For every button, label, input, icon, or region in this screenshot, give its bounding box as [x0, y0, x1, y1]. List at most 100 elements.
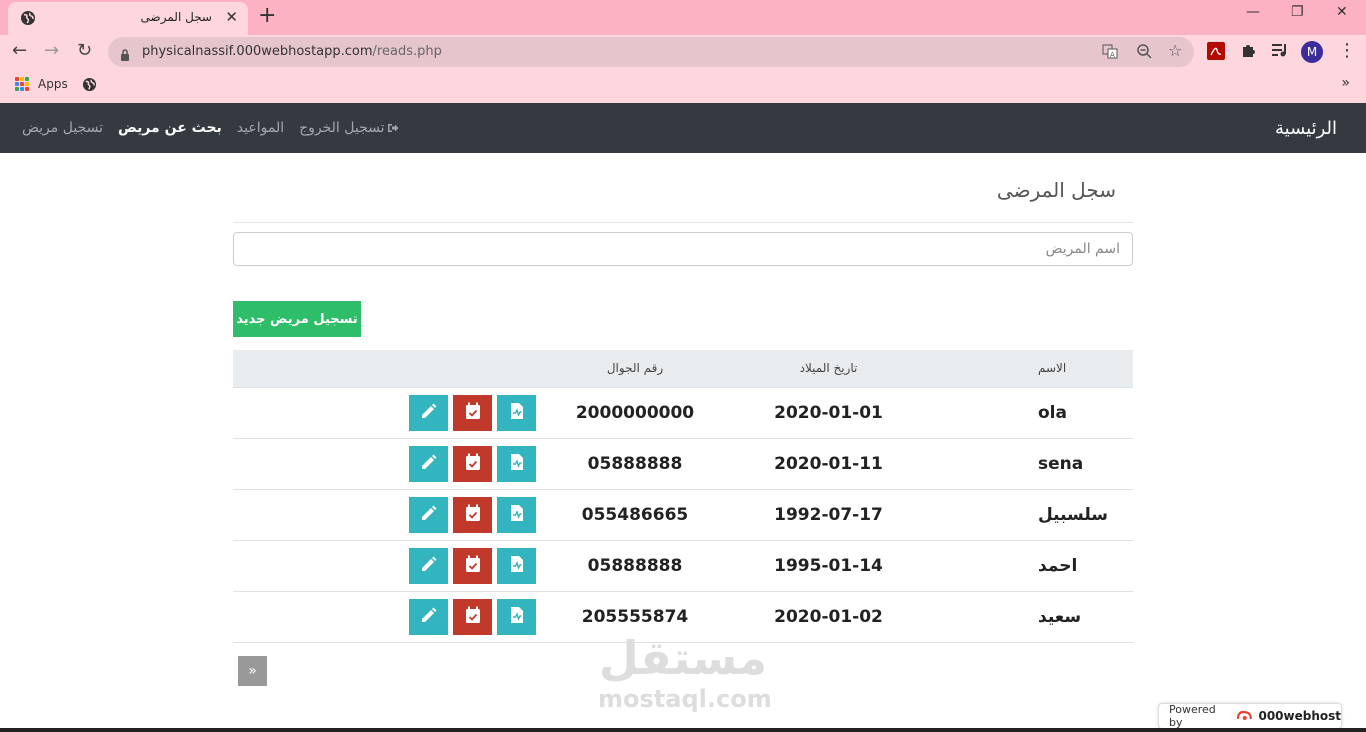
nav-link-appointments[interactable]: المواعيد — [237, 120, 284, 136]
watermark-latin: mostaql.com — [598, 685, 772, 713]
medical-report-button[interactable] — [497, 496, 536, 533]
site-navbar: الرئيسية تسجيل مريض بحث عن مريض المواعيد… — [0, 103, 1366, 153]
cell-name: ola — [935, 387, 1133, 439]
medical-report-button[interactable] — [497, 547, 536, 584]
pencil-icon — [420, 453, 438, 474]
cell-name: سعيد — [935, 591, 1133, 643]
table-row: 05888888 2020-01-11 sena — [233, 438, 1133, 490]
bookmarks-bar: Apps » — [0, 70, 1366, 103]
edit-patient-button[interactable] — [409, 496, 448, 533]
table-row: 2000000000 2020-01-01 ola — [233, 387, 1133, 439]
row-actions — [233, 489, 536, 541]
table-row: 055486665 1992-07-17 سلسبيل — [233, 489, 1133, 541]
globe-bookmark-icon[interactable] — [82, 77, 97, 96]
url-path: /reads.php — [372, 44, 442, 59]
edit-patient-button[interactable] — [409, 394, 448, 431]
bookmark-star-icon[interactable]: ☆ — [1168, 41, 1182, 60]
close-tab-icon[interactable]: ✕ — [225, 8, 238, 26]
calendar-check-icon — [465, 402, 481, 423]
new-patient-button[interactable]: تسجيل مريض جديد — [233, 301, 361, 337]
window-close-icon[interactable]: ✕ — [1336, 4, 1348, 20]
appointment-button[interactable] — [453, 394, 492, 431]
apps-grid-icon[interactable] — [15, 77, 29, 91]
cell-name: sena — [935, 438, 1133, 490]
main-container: سجل المرضى تسجيل مريض جديد رقم الجوال تا… — [233, 153, 1133, 643]
profile-avatar[interactable]: M — [1301, 41, 1323, 63]
appointment-button[interactable] — [453, 496, 492, 533]
title-divider — [233, 222, 1133, 223]
page-title: سجل المرضى — [996, 178, 1116, 202]
bookmarks-overflow-icon[interactable]: » — [1341, 75, 1350, 91]
cell-dob: 1995-01-14 — [722, 540, 935, 592]
pencil-icon — [420, 555, 438, 576]
row-actions — [233, 540, 536, 592]
cell-dob: 2020-01-11 — [722, 438, 935, 490]
translate-icon[interactable]: A — [1102, 43, 1118, 63]
browser-tab[interactable]: سجل المرضى ✕ — [8, 2, 248, 35]
row-actions — [233, 591, 536, 643]
edit-patient-button[interactable] — [409, 547, 448, 584]
cell-dob: 2020-01-01 — [722, 387, 935, 439]
calendar-check-icon — [465, 504, 481, 525]
pagination-next-button[interactable]: » — [238, 656, 267, 686]
browser-tab-strip: سجل المرضى ✕ + — ❐ ✕ — [0, 0, 1366, 35]
header-dob: تاريخ الميلاد — [722, 350, 935, 388]
pencil-icon — [420, 402, 438, 423]
file-medical-icon — [509, 555, 525, 576]
calendar-check-icon — [465, 453, 481, 474]
svg-text:A: A — [1110, 51, 1115, 59]
nav-link-search-patient[interactable]: بحث عن مريض — [118, 120, 222, 136]
appointment-button[interactable] — [453, 547, 492, 584]
reload-icon[interactable]: ↻ — [77, 40, 92, 61]
lock-icon — [120, 46, 130, 65]
medical-report-button[interactable] — [497, 598, 536, 635]
apps-bookmark-label[interactable]: Apps — [38, 77, 68, 91]
cell-name: احمد — [935, 540, 1133, 592]
zoom-icon[interactable] — [1136, 43, 1152, 63]
nav-link-logout[interactable]: تسجيل الخروج — [299, 120, 399, 136]
edit-patient-button[interactable] — [409, 445, 448, 482]
url-host: physicalnassif.000webhostapp.com — [142, 44, 373, 59]
minimize-icon[interactable]: — — [1246, 4, 1260, 20]
powered-by-badge[interactable]: Powered by 000webhost — [1158, 703, 1342, 729]
appointment-button[interactable] — [453, 445, 492, 482]
row-actions — [233, 387, 536, 439]
forward-icon[interactable]: → — [44, 40, 59, 61]
media-control-icon[interactable] — [1271, 42, 1291, 62]
address-bar[interactable]: physicalnassif.000webhostapp.com/reads.p… — [108, 37, 1194, 67]
header-actions — [233, 350, 536, 388]
cell-dob: 1992-07-17 — [722, 489, 935, 541]
back-icon[interactable]: ← — [12, 40, 27, 61]
nav-link-register-patient[interactable]: تسجيل مريض — [22, 120, 103, 136]
sign-out-icon — [387, 124, 399, 132]
cell-phone: 05888888 — [536, 540, 722, 592]
tab-title: سجل المرضى — [140, 10, 212, 24]
taskbar-edge — [0, 728, 1366, 732]
row-actions — [233, 438, 536, 490]
header-phone: رقم الجوال — [536, 350, 722, 388]
appointment-button[interactable] — [453, 598, 492, 635]
mostaql-watermark: مستقل mostaql.com — [598, 630, 772, 713]
navbar-links: تسجيل مريض بحث عن مريض المواعيد تسجيل ال… — [22, 120, 399, 136]
watermark-arabic: مستقل — [598, 631, 768, 685]
file-medical-icon — [509, 504, 525, 525]
medical-report-button[interactable] — [497, 394, 536, 431]
logout-label: تسجيل الخروج — [299, 120, 385, 136]
navbar-brand-home[interactable]: الرئيسية — [1275, 118, 1337, 139]
medical-report-button[interactable] — [497, 445, 536, 482]
patients-table: رقم الجوال تاريخ الميلاد الاسم 200000000… — [233, 350, 1133, 643]
restore-icon[interactable]: ❐ — [1291, 4, 1304, 20]
webhost-logo-icon — [1236, 710, 1252, 720]
table-row: 05888888 1995-01-14 احمد — [233, 540, 1133, 592]
file-medical-icon — [509, 402, 525, 423]
extensions-puzzle-icon[interactable] — [1240, 42, 1260, 62]
edit-patient-button[interactable] — [409, 598, 448, 635]
file-medical-icon — [509, 606, 525, 627]
cell-phone: 2000000000 — [536, 387, 722, 439]
new-tab-icon[interactable]: + — [258, 3, 276, 28]
cell-phone: 055486665 — [536, 489, 722, 541]
pdf-extension-icon[interactable] — [1207, 42, 1227, 62]
patient-search-input[interactable] — [233, 232, 1133, 266]
header-name: الاسم — [935, 350, 1133, 388]
chrome-menu-icon[interactable]: ⋮ — [1338, 40, 1356, 61]
